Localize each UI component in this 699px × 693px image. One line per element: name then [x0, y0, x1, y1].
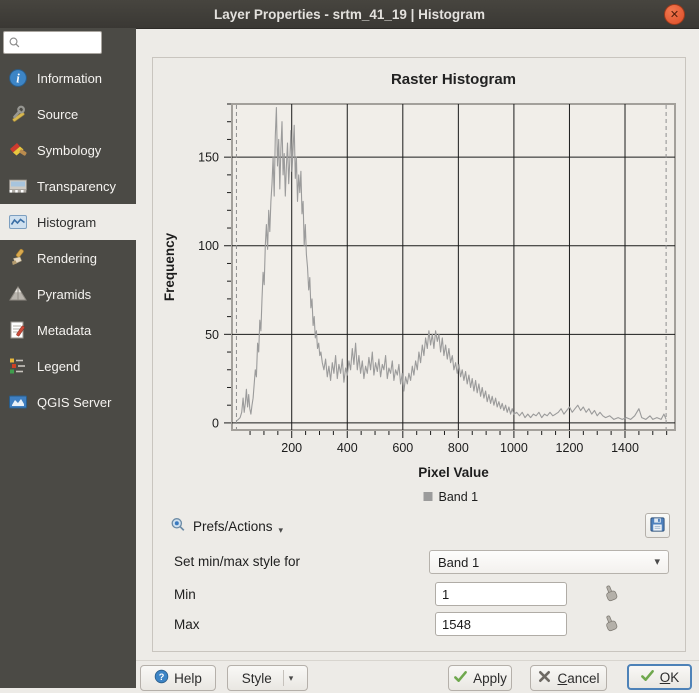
sidebar-item-symbology[interactable]: Symbology	[0, 132, 136, 168]
close-icon[interactable]: ✕	[664, 4, 685, 25]
band-select-value: Band 1	[438, 555, 479, 570]
max-field[interactable]	[435, 612, 567, 636]
sidebar-item-label: Rendering	[37, 251, 97, 266]
min-field[interactable]	[435, 582, 567, 606]
chart-title: Raster Histogram	[232, 71, 675, 88]
sidebar-item-metadata[interactable]: Metadata	[0, 312, 136, 348]
sidebar-item-label: Source	[37, 107, 78, 122]
svg-text:100: 100	[198, 239, 219, 253]
histogram-icon	[8, 212, 28, 232]
svg-text:?: ?	[159, 672, 165, 682]
style-dropdown-arrow-icon: ▾	[289, 673, 294, 684]
sidebar-item-label: Pyramids	[37, 287, 91, 302]
brush-icon	[8, 248, 28, 268]
search-box[interactable]	[3, 31, 102, 54]
pyramids-icon	[8, 284, 28, 304]
footer-separator	[136, 660, 699, 661]
svg-text:800: 800	[448, 441, 469, 455]
wrench-icon	[8, 104, 28, 124]
prefs-icon	[169, 516, 187, 537]
svg-text:1000: 1000	[500, 441, 528, 455]
ok-label: OK	[660, 670, 680, 685]
sidebar-item-histogram[interactable]: Histogram	[0, 204, 136, 240]
svg-text:150: 150	[198, 151, 219, 165]
sidebar-item-rendering[interactable]: Rendering	[0, 240, 136, 276]
cancel-x-icon	[537, 669, 552, 687]
sidebar-item-transparency[interactable]: Transparency	[0, 168, 136, 204]
ok-button[interactable]: OK	[627, 664, 692, 690]
info-icon: i	[8, 68, 28, 88]
svg-text:600: 600	[392, 441, 413, 455]
help-button[interactable]: ? Help	[140, 665, 216, 691]
apply-label: Apply	[473, 671, 507, 686]
sidebar-item-label: Symbology	[37, 143, 101, 158]
titlebar[interactable]: Layer Properties - srtm_41_19 | Histogra…	[0, 0, 699, 29]
sidebar-item-label: Histogram	[37, 215, 96, 230]
dropdown-arrow-icon: ▾	[279, 525, 284, 536]
help-icon: ?	[154, 669, 169, 687]
sidebar: i Information Source Symbology Transparency H…	[0, 28, 136, 688]
svg-text:50: 50	[205, 328, 219, 342]
max-label: Max	[174, 617, 200, 632]
server-icon	[8, 392, 28, 412]
style-button[interactable]: Style ▾	[227, 665, 308, 691]
set-minmax-label: Set min/max style for	[174, 554, 300, 569]
svg-text:Band 1: Band 1	[439, 490, 479, 504]
sidebar-item-label: Legend	[37, 359, 80, 374]
sidebar-item-qgis-server[interactable]: QGIS Server	[0, 384, 136, 420]
style-separator	[283, 670, 284, 686]
svg-text:1400: 1400	[611, 441, 639, 455]
cancel-label: Cancel	[557, 671, 599, 686]
sidebar-item-legend[interactable]: Legend	[0, 348, 136, 384]
cancel-button[interactable]: Cancel	[530, 665, 607, 691]
svg-text:Frequency: Frequency	[162, 232, 177, 301]
prefs-actions-label: Prefs/Actions	[193, 519, 273, 534]
ok-check-icon	[640, 668, 655, 686]
svg-text:400: 400	[337, 441, 358, 455]
sidebar-item-source[interactable]: Source	[0, 96, 136, 132]
window-title: Layer Properties - srtm_41_19 | Histogra…	[214, 7, 485, 22]
svg-text:0: 0	[212, 416, 219, 430]
sidebar-nav: i Information Source Symbology Transparency H…	[0, 60, 136, 420]
sidebar-item-label: Transparency	[37, 179, 116, 194]
sidebar-item-label: QGIS Server	[37, 395, 111, 410]
sidebar-item-label: Metadata	[37, 323, 91, 338]
prefs-actions-button[interactable]: Prefs/Actions ▾	[165, 514, 287, 538]
pick-max-hand-icon[interactable]	[602, 614, 619, 633]
symbology-icon	[8, 140, 28, 160]
help-label: Help	[174, 671, 202, 686]
style-label: Style	[242, 671, 272, 686]
sidebar-item-label: Information	[37, 71, 102, 86]
svg-text:200: 200	[281, 441, 302, 455]
legend-icon	[8, 356, 28, 376]
min-label: Min	[174, 587, 196, 602]
apply-button[interactable]: Apply	[448, 665, 512, 691]
layer-properties-dialog: Layer Properties - srtm_41_19 | Histogra…	[0, 0, 699, 693]
svg-text:1200: 1200	[556, 441, 584, 455]
save-icon	[649, 516, 666, 536]
transparency-icon	[8, 176, 28, 196]
metadata-icon	[8, 320, 28, 340]
sidebar-item-pyramids[interactable]: Pyramids	[0, 276, 136, 312]
raster-histogram-chart[interactable]: 200 400 600 800 1000 1200 1400 0 50 100 150 Frequen…	[153, 94, 687, 506]
band-select[interactable]: Band 1 ▾	[429, 550, 669, 574]
svg-text:Pixel Value: Pixel Value	[418, 465, 489, 480]
svg-text:i: i	[16, 72, 20, 86]
pick-min-hand-icon[interactable]	[602, 584, 619, 603]
combo-arrow-icon: ▾	[654, 555, 660, 568]
histogram-panel: Raster Histogram 20040060080010001200140…	[152, 57, 686, 652]
save-histogram-button[interactable]	[645, 513, 670, 538]
search-input[interactable]	[23, 33, 101, 52]
apply-check-icon	[453, 669, 468, 687]
sidebar-item-information[interactable]: i Information	[0, 60, 136, 96]
